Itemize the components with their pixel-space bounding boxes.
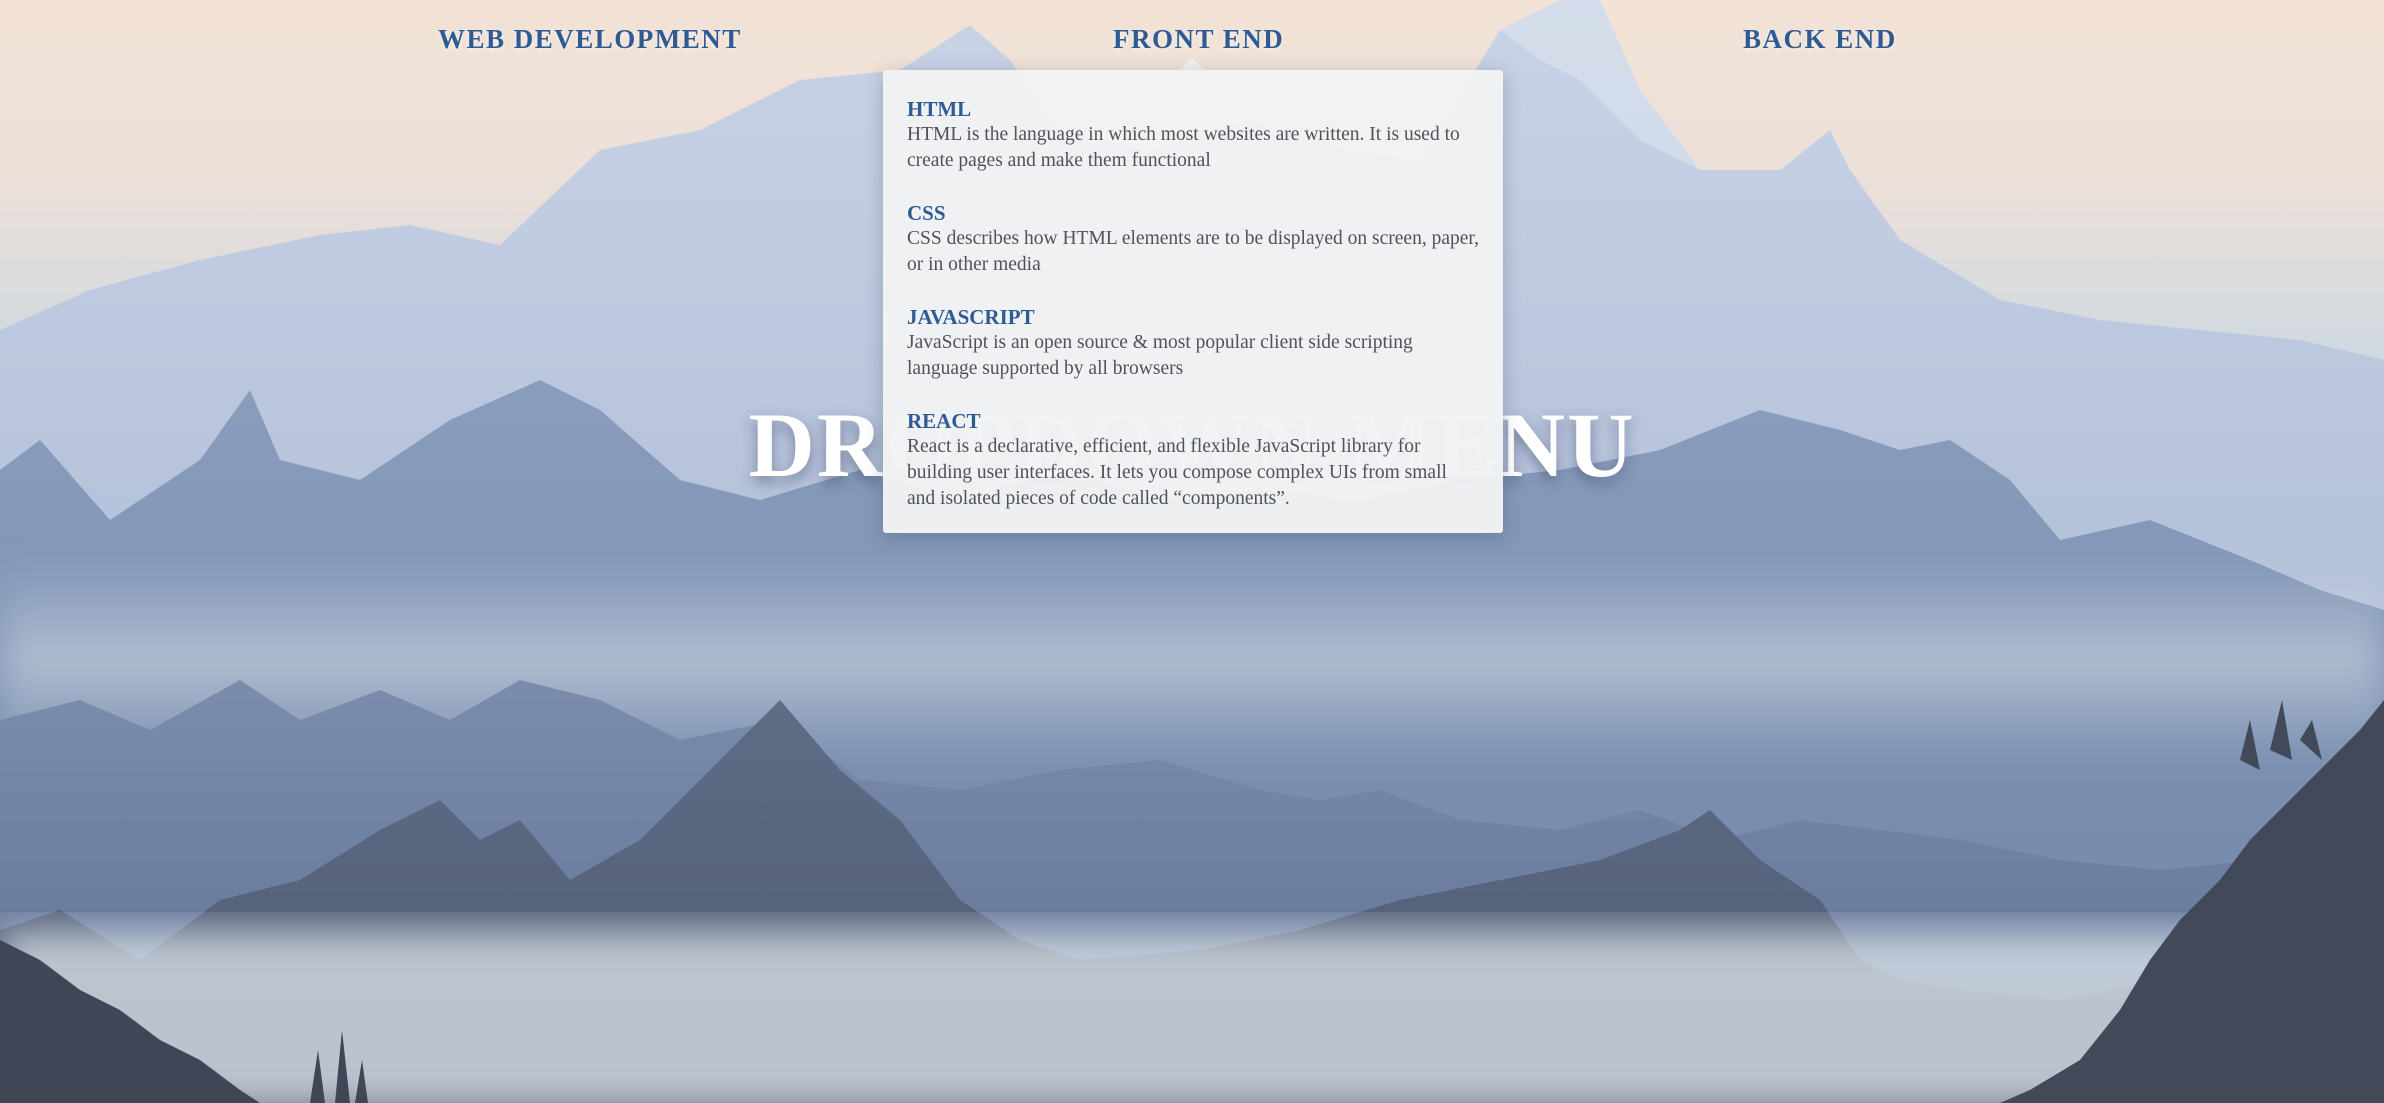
dropdown-item-title: HTML [907, 97, 972, 121]
dropdown-item-description: HTML is the language in which most websi… [907, 124, 1460, 171]
dropdown-item-title: REACT [907, 409, 981, 433]
dropdown-item-description: React is a declarative, efficient, and f… [907, 436, 1447, 509]
nav-item-front-end[interactable]: FRONT END [1113, 24, 1284, 55]
dropdown-item-html[interactable]: HTML HTML is the language in which most … [907, 96, 1479, 174]
dropdown-item-description: CSS describes how HTML elements are to b… [907, 228, 1479, 275]
dropdown-item-title: CSS [907, 201, 946, 225]
dropdown-item-javascript[interactable]: JAVASCRIPT JavaScript is an open source … [907, 304, 1479, 382]
nav-item-web-development[interactable]: WEB DEVELOPMENT [438, 24, 742, 55]
dropdown-item-description: JavaScript is an open source & most popu… [907, 332, 1413, 379]
nav-item-back-end[interactable]: BACK END [1743, 24, 1897, 55]
dropdown-item-react[interactable]: REACT React is a declarative, efficient,… [907, 408, 1479, 512]
dropdown-item-css[interactable]: CSS CSS describes how HTML elements are … [907, 200, 1479, 278]
front-end-dropdown-menu: HTML HTML is the language in which most … [883, 70, 1503, 533]
dropdown-item-title: JAVASCRIPT [907, 305, 1035, 329]
dropdown-caret [1180, 58, 1204, 70]
